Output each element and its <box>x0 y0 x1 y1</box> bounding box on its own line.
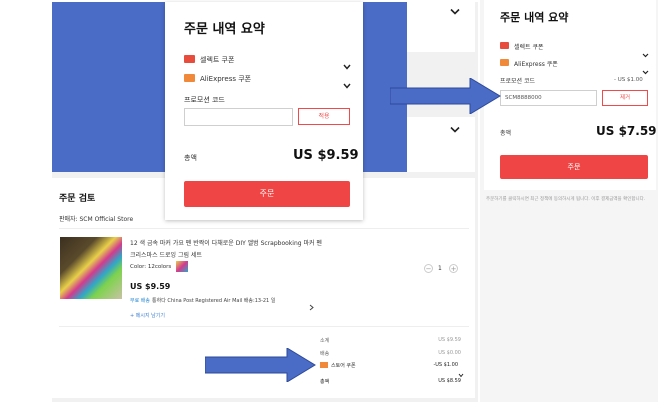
total-label: 총액 <box>320 379 330 385</box>
product-color: Color: 12colors <box>130 264 172 270</box>
promo-code-input[interactable] <box>184 108 293 126</box>
aliexpress-coupon-icon <box>500 59 509 66</box>
aliexpress-coupon-label[interactable]: AliExpress 쿠폰 <box>514 59 558 68</box>
total-label: 총액 <box>184 154 197 162</box>
terms-note: 주문하기를 클릭하시면 최근 정책에 동의하시게 됩니다. 이후 결제금액을 확… <box>486 197 646 202</box>
chevron-down-icon[interactable] <box>450 126 460 136</box>
chevron-down-icon[interactable] <box>450 8 460 18</box>
promo-code-label: 프로모션 코드 <box>500 78 536 85</box>
divider <box>59 326 469 327</box>
chevron-right-icon[interactable] <box>309 296 314 315</box>
quantity-increase-button[interactable]: + <box>449 264 458 273</box>
remove-promo-button[interactable]: 제거 <box>602 90 648 106</box>
quantity-decrease-button[interactable]: − <box>424 264 433 273</box>
chevron-down-icon[interactable] <box>343 74 351 93</box>
product-image[interactable] <box>60 237 122 299</box>
product-name-line2[interactable]: 크리스마스 드로잉 그림 세트 <box>130 250 202 259</box>
shipping-label: 배송 <box>320 351 330 357</box>
total-value: US $7.59 <box>596 124 657 138</box>
promo-code-input[interactable]: SCM8888000 <box>500 90 597 106</box>
total-label: 총액 <box>500 130 512 137</box>
place-order-button[interactable]: 주문 <box>184 181 350 207</box>
order-review-title: 주문 검토 <box>59 194 96 204</box>
promo-code-label: 프로모션 코드 <box>184 96 225 104</box>
subtotal-label: 소계 <box>320 338 330 344</box>
promo-discount: - US $1.00 <box>614 77 643 83</box>
shipping-info[interactable]: 통하다 China Post Registered Air Mail 배송:13… <box>152 297 275 304</box>
summary-title: 주문 내역 요약 <box>500 11 569 24</box>
aliexpress-coupon-label[interactable]: AliExpress 쿠폰 <box>200 74 251 84</box>
store-coupon-label: 스토어 쿠폰 <box>331 363 356 369</box>
product-price: US $9.59 <box>130 282 171 291</box>
coupon-flag-icon <box>184 55 195 63</box>
selected-coupon-label[interactable]: 셀렉트 쿠폰 <box>514 42 544 51</box>
divider <box>59 228 469 229</box>
chevron-down-icon[interactable] <box>642 60 649 79</box>
subtotal-value: US $9.59 <box>438 337 461 343</box>
leave-message-link[interactable]: + 메시지 남기기 <box>130 312 165 319</box>
seller-name[interactable]: 판매자: SCM Official Store <box>59 214 133 223</box>
color-thumbnail <box>176 261 188 272</box>
product-name[interactable]: 12 색 금속 마커 가요 펜 반짝이 다채로운 DIY 앨범 Scrapboo… <box>130 238 322 247</box>
selected-coupon-label[interactable]: 셀렉트 쿠폰 <box>200 55 234 65</box>
coupon-flag-icon <box>500 42 509 49</box>
total-value: US $8.59 <box>438 378 461 384</box>
apply-button[interactable]: 적용 <box>298 108 350 125</box>
total-value: US $9.59 <box>293 148 359 163</box>
coupon-flag-icon <box>320 362 328 368</box>
aliexpress-coupon-icon <box>184 74 195 82</box>
shipping-value: US $0.00 <box>438 350 461 356</box>
free-shipping-tag: 무료 배송 <box>130 298 150 304</box>
place-order-button[interactable]: 주문 <box>500 155 648 179</box>
chevron-down-icon[interactable] <box>343 55 351 74</box>
arrow-right-icon <box>390 78 502 114</box>
quantity-value[interactable]: 1 <box>438 265 442 272</box>
summary-title: 주문 내역 요약 <box>184 22 265 37</box>
store-coupon-value[interactable]: -US $1.00 <box>418 362 458 368</box>
arrow-right-icon <box>205 348 317 382</box>
